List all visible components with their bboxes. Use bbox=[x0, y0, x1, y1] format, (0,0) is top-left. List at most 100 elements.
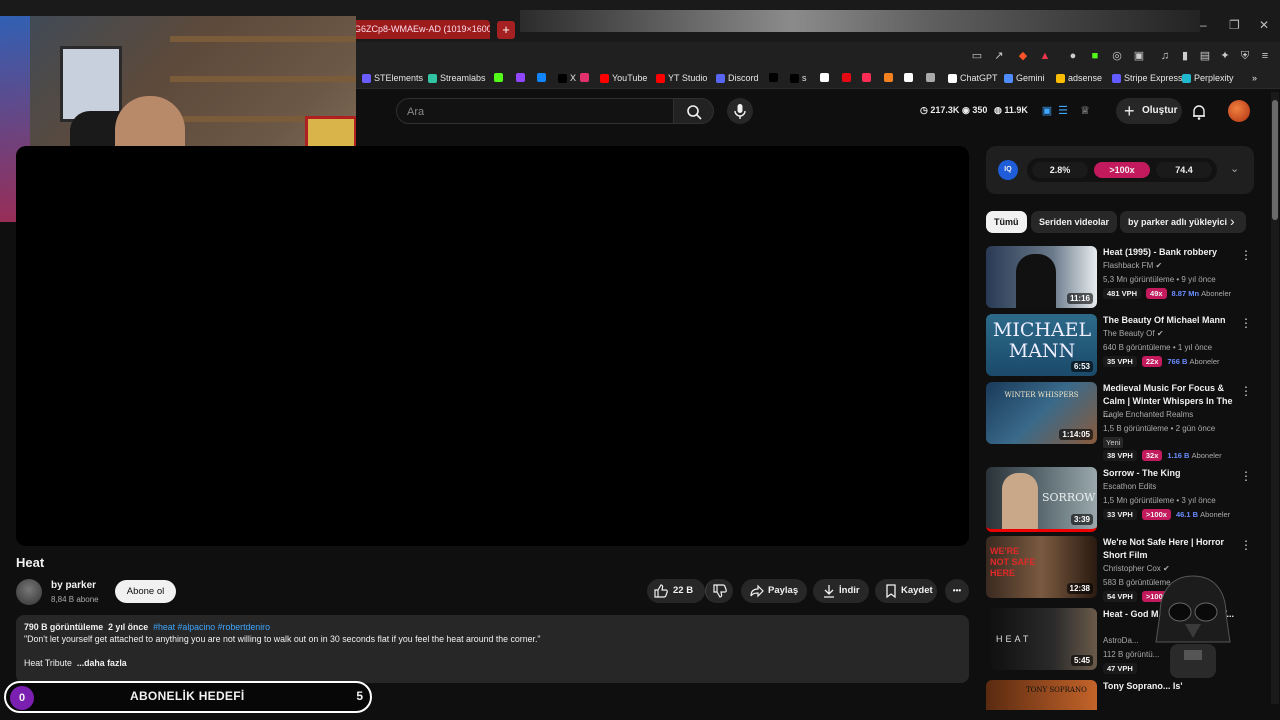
notifications-button[interactable] bbox=[1190, 103, 1208, 121]
dislike-button[interactable] bbox=[705, 579, 733, 603]
bookmark-item[interactable]: Streamlabs bbox=[428, 73, 486, 83]
chevron-down-icon[interactable]: ⌄ bbox=[1230, 162, 1239, 175]
create-button[interactable]: + Oluştur bbox=[1116, 98, 1182, 124]
bookmark-item[interactable] bbox=[537, 73, 549, 82]
bookmark-item[interactable] bbox=[580, 73, 592, 82]
bookmark-item[interactable] bbox=[820, 73, 832, 82]
bookmark-item[interactable] bbox=[884, 73, 896, 82]
list-item[interactable]: WINTER WHISPERS 1:14:05 Medieval Music F… bbox=[986, 382, 1256, 461]
chip-series[interactable]: Seriden videolar bbox=[1031, 211, 1118, 233]
video-thumbnail[interactable]: 11:16 bbox=[986, 246, 1097, 308]
chip-all[interactable]: Tümü bbox=[986, 211, 1027, 233]
share-icon[interactable]: ↗ bbox=[992, 49, 1006, 63]
save-button[interactable]: Kaydet bbox=[875, 579, 937, 603]
like-button[interactable]: 22 B bbox=[647, 579, 705, 603]
browser-tab-active[interactable]: G6ZCp8-WMAEw-AD (1019×1600) bbox=[350, 20, 490, 39]
bookmark-item[interactable]: adsense bbox=[1056, 73, 1102, 83]
more-options-icon[interactable]: ⋮ bbox=[1240, 538, 1252, 552]
video-title[interactable]: The Beauty Of Michael Mann bbox=[1103, 314, 1241, 327]
wallet-icon[interactable]: ▤ bbox=[1198, 49, 1212, 63]
download-button[interactable]: İndir bbox=[813, 579, 869, 603]
bookmark-item[interactable] bbox=[926, 73, 938, 82]
bookmark-item[interactable]: s bbox=[790, 73, 807, 83]
menu-icon[interactable]: ≡ bbox=[1258, 49, 1272, 63]
bookmark-item[interactable]: YT Studio bbox=[656, 73, 707, 83]
list-item[interactable]: 11:16 Heat (1995) - Bank robbery Flashba… bbox=[986, 246, 1256, 308]
video-thumbnail[interactable]: TONY SOPRANO bbox=[986, 680, 1097, 710]
video-title[interactable]: Heat (1995) - Bank robbery bbox=[1103, 246, 1241, 259]
video-description[interactable]: 790 B görüntüleme 2 yıl önce #heat #alpa… bbox=[16, 615, 969, 683]
bookmark-item[interactable] bbox=[862, 73, 874, 82]
brave-rewards-icon[interactable]: ▲ bbox=[1038, 49, 1052, 63]
leo-icon[interactable]: ✦ bbox=[1218, 49, 1232, 63]
bookmark-item[interactable] bbox=[904, 73, 916, 82]
bookmark-item[interactable]: » bbox=[1252, 73, 1257, 83]
list-item[interactable]: SORROW 3:39 Sorrow - The King Escathon E… bbox=[986, 467, 1256, 532]
bookmark-item[interactable]: Discord bbox=[716, 73, 759, 83]
bookmark-item[interactable]: Gemini bbox=[1004, 73, 1045, 83]
account-avatar[interactable] bbox=[1228, 100, 1250, 122]
video-thumbnail[interactable]: WE'RE NOT SAFE HERE 12:38 bbox=[986, 536, 1097, 598]
extension-iq-icon[interactable]: ▣ bbox=[1040, 104, 1054, 118]
scrollbar-thumb[interactable] bbox=[1272, 100, 1278, 220]
clock-icon: ◷ bbox=[920, 105, 931, 115]
extension-award-icon[interactable]: ♕ bbox=[1078, 104, 1092, 118]
channel-avatar[interactable] bbox=[16, 579, 42, 605]
bookmark-item[interactable]: Perplexity bbox=[1182, 73, 1234, 83]
more-options-icon[interactable]: ⋮ bbox=[1240, 469, 1252, 483]
bookmark-item[interactable] bbox=[494, 73, 506, 82]
chip-uploader[interactable]: by parker adlı yükleyici bbox=[1120, 211, 1246, 233]
more-options-icon[interactable]: ⋮ bbox=[1240, 384, 1252, 398]
video-thumbnail[interactable]: SORROW 3:39 bbox=[986, 467, 1097, 532]
more-options-icon[interactable]: ⋮ bbox=[1240, 248, 1252, 262]
hashtags[interactable]: #heat #alpacino #robertdeniro bbox=[153, 622, 270, 632]
video-thumbnail[interactable]: HEAT 5:45 bbox=[986, 608, 1097, 670]
more-options-icon[interactable]: ⋮ bbox=[1240, 316, 1252, 330]
cast-icon[interactable]: ▭ bbox=[970, 49, 984, 63]
extension-icon[interactable]: ■ bbox=[1088, 49, 1102, 63]
video-player[interactable] bbox=[16, 146, 969, 546]
extension-icon[interactable]: ◎ bbox=[1110, 49, 1124, 63]
brave-shield-icon[interactable]: ◆ bbox=[1016, 49, 1030, 63]
new-tab-button[interactable]: + bbox=[497, 21, 515, 39]
sidebar-icon[interactable]: ▮ bbox=[1178, 49, 1192, 63]
bookmark-item[interactable] bbox=[516, 73, 528, 82]
channel-name[interactable]: The Beauty Of ✔ bbox=[1103, 329, 1164, 338]
more-actions-button[interactable]: ••• bbox=[945, 579, 969, 603]
bookmark-item[interactable] bbox=[842, 73, 854, 82]
video-thumbnail[interactable]: MICHAEL MANN 6:53 bbox=[986, 314, 1097, 376]
vpn-icon[interactable]: ⛨ bbox=[1238, 49, 1252, 63]
vidiq-badge[interactable]: IQ bbox=[998, 160, 1018, 180]
bookmark-item[interactable]: Stripe Express bbox=[1112, 73, 1183, 83]
list-item[interactable]: MICHAEL MANN 6:53 The Beauty Of Michael … bbox=[986, 314, 1256, 376]
extension-icon[interactable]: ▣ bbox=[1132, 49, 1146, 63]
extension-icon[interactable]: ● bbox=[1066, 49, 1080, 63]
close-window-button[interactable]: ✕ bbox=[1259, 18, 1269, 32]
channel-name[interactable]: by parker bbox=[51, 580, 96, 591]
video-title[interactable]: Sorrow - The King bbox=[1103, 467, 1241, 480]
channel-name[interactable]: AstroDa... bbox=[1103, 636, 1139, 645]
channel-name[interactable]: Escathon Edits bbox=[1103, 482, 1156, 491]
list-item[interactable]: TONY SOPRANO Tony Soprano... Is' bbox=[986, 680, 1256, 710]
bookmark-icon bbox=[886, 584, 896, 599]
channel-name[interactable]: Flashback FM ✔ bbox=[1103, 261, 1162, 270]
bookmark-item[interactable]: STElements bbox=[362, 73, 423, 83]
share-button[interactable]: Paylaş bbox=[741, 579, 807, 603]
channel-name[interactable]: Eagle Enchanted Realms bbox=[1103, 410, 1193, 419]
video-title[interactable]: We're Not Safe Here | Horror Short Film bbox=[1103, 536, 1241, 562]
video-thumbnail[interactable]: WINTER WHISPERS 1:14:05 bbox=[986, 382, 1097, 444]
bookmark-item[interactable]: X bbox=[558, 73, 576, 83]
voice-search-button[interactable] bbox=[727, 98, 753, 124]
media-icon[interactable]: ♫ bbox=[1158, 49, 1172, 63]
search-button[interactable] bbox=[674, 98, 714, 124]
minimize-button[interactable]: – bbox=[1200, 18, 1207, 32]
extension-list-icon[interactable]: ☰ bbox=[1056, 104, 1070, 118]
maximize-button[interactable]: ❐ bbox=[1229, 18, 1240, 32]
bookmark-item[interactable]: ChatGPT bbox=[948, 73, 998, 83]
chevron-right-icon[interactable]: › bbox=[1230, 213, 1235, 229]
search-input[interactable]: Ara bbox=[396, 98, 674, 124]
show-more-link[interactable]: ...daha fazla bbox=[77, 658, 127, 668]
bookmark-item[interactable] bbox=[769, 73, 781, 82]
subscribe-button[interactable]: Abone ol bbox=[115, 580, 176, 603]
bookmark-item[interactable]: YouTube bbox=[600, 73, 647, 83]
